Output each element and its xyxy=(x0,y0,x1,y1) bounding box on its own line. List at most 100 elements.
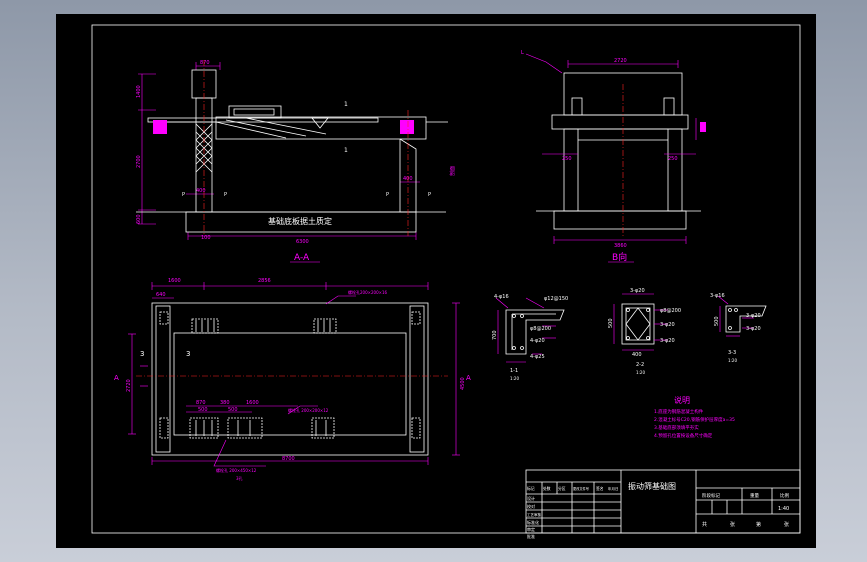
aa-dim-total: 6300 xyxy=(296,239,309,245)
plan-note-top: 螺栓孔200×200×16 xyxy=(348,289,388,295)
b-dim-bottom: 3860 xyxy=(614,243,627,249)
view-b: L 2720 3860 250 250 B向 xyxy=(521,50,706,263)
tb-stage-mark: 阶段标记 xyxy=(702,492,720,499)
plan-dim-edge: 640 xyxy=(156,292,166,298)
d1-caption-scale: 1:20 xyxy=(510,376,519,381)
aa-dim-base-left: 100 xyxy=(201,235,211,241)
notes-item-4: 4.预留孔位置按设备尺寸确定 xyxy=(654,432,713,439)
tb-sheet-total: 共 xyxy=(702,521,707,528)
aa-label-p-right2: P xyxy=(428,192,431,198)
tb-sheet-no: 第 xyxy=(756,521,761,528)
notes-block: 说明 1.底座为钢筋混凝土构件 2.混凝土标号C20,钢筋保护层厚度a=35 3… xyxy=(654,395,735,439)
aa-label-p-mid: P xyxy=(224,192,227,198)
d2-right-top: φ8@200 xyxy=(660,308,681,314)
tb-header-4: 更改文件号 xyxy=(573,486,589,491)
plan-note-mid: 螺栓孔 200×200×12 xyxy=(288,407,329,413)
b-dim-right-col: 250 xyxy=(668,156,678,162)
aa-anchor-left xyxy=(153,120,167,134)
d3-side: 500 xyxy=(714,316,720,326)
d1-bottom: 4-φ25 xyxy=(530,354,545,360)
tb-weight: 重量 xyxy=(750,492,759,499)
b-caption: B向 xyxy=(612,251,627,263)
d2-caption-scale: 1:20 xyxy=(636,370,645,375)
aa-dim-top: 870 xyxy=(200,60,210,66)
plan-marker-3b: 3 xyxy=(186,350,190,358)
plan-view: 1600 2856 640 8700 2720 4500 870 380 160… xyxy=(114,278,471,481)
plan-dim-top-mid: 2856 xyxy=(258,278,271,284)
d2-side: 500 xyxy=(608,318,614,328)
plan-dim-d2: 380 xyxy=(220,400,230,406)
d2-width: 400 xyxy=(632,352,642,358)
d3-right2: 3-φ20 xyxy=(746,326,761,332)
d1-top: 4-φ16 xyxy=(494,294,509,300)
cad-viewer-background: 870 6300 100 400 400 1400 2700 600 1 1 P… xyxy=(0,0,867,562)
tb-drawing-title: 振动筛基础图 xyxy=(628,481,676,491)
plan-dim-total: 8700 xyxy=(282,456,295,462)
aa-label-side: 剖面 xyxy=(449,166,456,176)
aa-label-1-bottom: 1 xyxy=(344,147,348,154)
d1-caption-num: 1-1 xyxy=(510,368,518,374)
tb-row-check: 校对 xyxy=(527,503,535,509)
d2-right-mid: 3-φ20 xyxy=(660,322,675,328)
aa-label-p-left: P xyxy=(182,192,185,198)
notes-item-3: 3.基础底部须填平夯实 xyxy=(654,424,699,431)
detail-3-3: 3-φ16 3-φ20 3-φ20 500 3-3 1:20 xyxy=(710,293,767,363)
b-leader-label: L xyxy=(521,50,524,56)
aa-dim-h-mid: 2700 xyxy=(136,155,142,168)
plan-dim-d5: 500 xyxy=(228,407,238,413)
aa-label-1-top: 1 xyxy=(344,101,348,108)
aa-foundation-note: 基础底板据土质定 xyxy=(268,216,332,226)
drawing-sheet: 870 6300 100 400 400 1400 2700 600 1 1 P… xyxy=(56,14,816,548)
plan-dim-d1: 870 xyxy=(196,400,206,406)
d1-mid-right: φ8@200 xyxy=(530,326,551,332)
aa-dim-h-low: 600 xyxy=(136,214,142,224)
aa-caption: A-A xyxy=(294,253,310,263)
tb-header-5: 签名 xyxy=(596,486,604,491)
plan-dim-d4: 500 xyxy=(198,407,208,413)
b-dim-left-col: 250 xyxy=(562,156,572,162)
plan-marker-3a: 3 xyxy=(140,350,144,358)
notes-item-1: 1.底座为钢筋混凝土构件 xyxy=(654,408,704,415)
tb-row-standard: 标准化 xyxy=(527,519,539,525)
plan-note-bottom-sub: 3孔 xyxy=(236,475,243,481)
d2-top: 3-φ20 xyxy=(630,288,645,294)
aa-dim-h-top: 1400 xyxy=(136,85,142,98)
plan-dim-d3: 1600 xyxy=(246,400,259,406)
aa-label-p-right1: P xyxy=(386,192,389,198)
tb-row-approve: 批准 xyxy=(527,533,535,539)
detail-2-2: 3-φ20 φ8@200 3-φ20 3-φ20 500 400 2-2 1:2… xyxy=(608,288,681,375)
aa-anchor-right xyxy=(400,120,414,134)
tb-header-6: 年月日 xyxy=(608,486,619,491)
d2-caption-num: 2-2 xyxy=(636,362,644,368)
plan-dim-height: 2720 xyxy=(126,379,132,392)
tb-sheet-unit1: 张 xyxy=(730,521,735,528)
detail-1-1: 4-φ16 φ12@150 φ8@200 4-φ20 4-φ25 700 1-1… xyxy=(492,294,568,381)
d1-lower: 4-φ20 xyxy=(530,338,545,344)
plan-dim-top-left: 1600 xyxy=(168,278,181,284)
d3-caption-num: 3-3 xyxy=(728,350,736,356)
tb-row-design: 设计 xyxy=(527,495,535,501)
plan-section-left: A xyxy=(114,374,119,382)
notes-title: 说明 xyxy=(674,395,690,405)
plan-note-bottom: 螺栓孔 200×450×12 xyxy=(216,467,257,473)
tb-scale-label: 比例 xyxy=(780,492,789,499)
inner-frame xyxy=(91,24,801,534)
tb-header-3: 分区 xyxy=(558,486,566,491)
title-block: 振动筛基础图 标记 处数 分区 更改文件号 签名 年月日 设计 校对 工艺审核 … xyxy=(525,469,801,539)
d3-right1: 3-φ20 xyxy=(746,313,761,319)
notes-item-2: 2.混凝土标号C20,钢筋保护层厚度a=35 xyxy=(654,416,735,423)
d2-right-bottom: 3-φ20 xyxy=(660,338,675,344)
plan-section-right: A xyxy=(466,374,471,382)
d3-top: 3-φ16 xyxy=(710,293,725,299)
tb-scale-value: 1:40 xyxy=(778,506,789,512)
tb-header-1: 标记 xyxy=(527,486,535,491)
tb-row-review: 审定 xyxy=(527,526,535,532)
b-dim-top: 2720 xyxy=(614,58,627,64)
d1-top-right: φ12@150 xyxy=(544,296,568,302)
tb-sheet-unit2: 张 xyxy=(784,521,789,528)
d3-caption-scale: 1:20 xyxy=(728,358,737,363)
d1-side: 700 xyxy=(492,330,498,340)
tb-header-2: 处数 xyxy=(543,486,551,491)
drawing-canvas: 870 6300 100 400 400 1400 2700 600 1 1 P… xyxy=(91,24,801,539)
section-aa: 870 6300 100 400 400 1400 2700 600 1 1 P… xyxy=(136,60,456,263)
